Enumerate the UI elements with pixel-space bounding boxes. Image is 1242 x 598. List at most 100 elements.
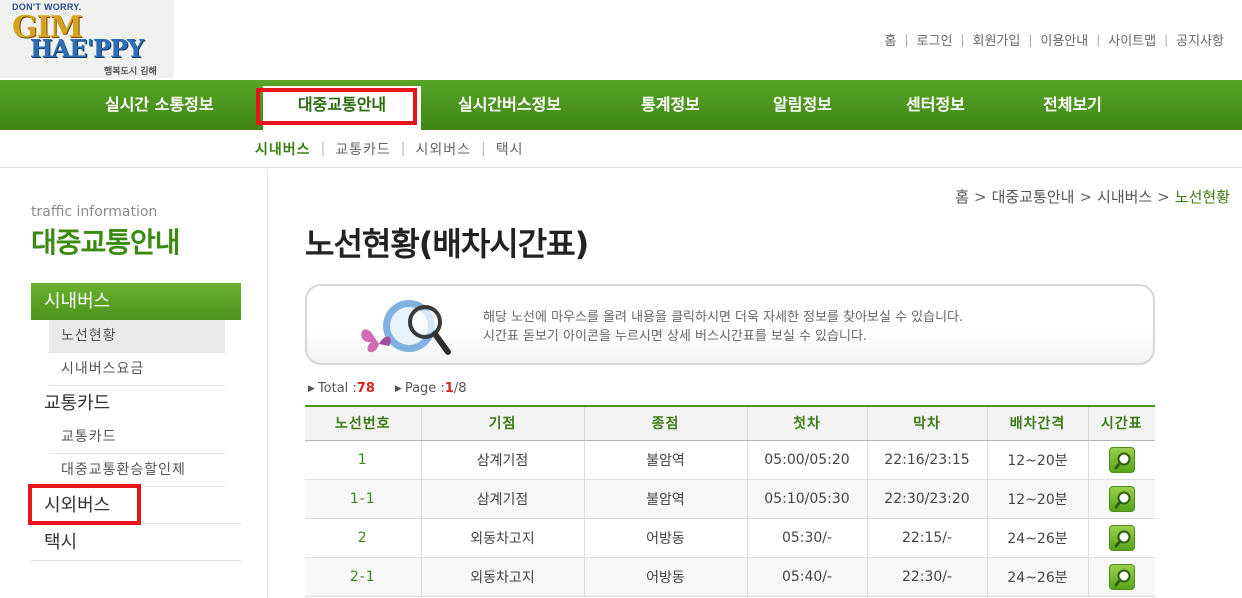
route-first-bus: 05:40/- [746, 557, 867, 597]
route-number[interactable]: 1 [305, 440, 421, 480]
side-menu-title: 대중교통안내 [31, 226, 181, 259]
col-first-bus: 첫차 [746, 405, 867, 441]
gnb-public-transit[interactable]: 대중교통안내 [263, 86, 421, 130]
info-line-1: 해당 노선에 마우스를 올려 내용을 클릭하시면 더욱 자세한 정보를 찾아보실… [483, 310, 964, 325]
bullet-arrow-icon: ▶ [308, 383, 315, 394]
route-last-bus: 22:30/- [866, 557, 987, 597]
magnifier-icon[interactable] [1108, 446, 1135, 473]
side-cat-intercity-bus[interactable]: 시외버스 [31, 487, 241, 524]
subnav-city-bus[interactable]: 시내버스 [255, 139, 311, 159]
table-row[interactable]: 1-1 삼계기점 불암역 05:10/05:30 22:30/23:20 12~… [305, 479, 1155, 519]
breadcrumb-current: 노선현황 [1174, 188, 1230, 206]
table-header-row: 노선번호 기점 종점 첫차 막차 배차간격 시간표 [305, 405, 1155, 441]
route-interval: 24~26분 [986, 557, 1088, 597]
route-destination: 불암역 [583, 440, 747, 480]
breadcrumb-home[interactable]: 홈 [955, 186, 969, 207]
total-value: 78 [356, 381, 375, 396]
page-label: Page : [404, 381, 445, 396]
route-last-bus: 22:30/23:20 [866, 479, 987, 519]
breadcrumb-separator: > [1157, 187, 1170, 206]
info-line-2: 시간표 돋보기 아이콘을 누르시면 상세 버스시간표를 보실 수 있습니다. [483, 329, 868, 344]
route-last-bus: 22:16/23:15 [866, 440, 987, 480]
route-first-bus: 05:00/05:20 [746, 440, 867, 480]
magnifier-icon[interactable] [1108, 524, 1135, 551]
util-notice-link[interactable]: 공지사항 [1172, 30, 1228, 49]
route-interval: 12~20분 [986, 440, 1088, 480]
route-destination: 어방동 [583, 557, 747, 597]
side-sub-transfer-discount[interactable]: 대중교통환승할인제 [49, 454, 225, 487]
subnav-separator: | [481, 141, 486, 157]
route-number[interactable]: 2 [305, 518, 421, 558]
utility-links: 홈 | 로그인 | 회원가입 | 이용안내 | 사이트맵 | 공지사항 [881, 30, 1228, 50]
timetable-cell [1087, 479, 1155, 519]
site-logo[interactable]: DON'T WORRY. GIM HAE'PPY 행복도시 김해 [0, 0, 174, 78]
gnb-center-info[interactable]: 센터정보 [906, 80, 965, 130]
main-nav: 실시간 소통정보 대중교통안내 실시간버스정보 통계정보 알림정보 센터정보 전… [0, 80, 1242, 130]
gnb-view-all[interactable]: 전체보기 [1043, 80, 1102, 130]
logo-haeppy: HAE'PPY [30, 34, 144, 63]
col-interval: 배차간격 [986, 405, 1088, 441]
subnav-taxi[interactable]: 택시 [496, 139, 524, 159]
result-count: ▶ Total : 78 ▶ Page : 1 /8 [308, 381, 467, 396]
info-banner: 해당 노선에 마우스를 올려 내용을 클릭하시면 더욱 자세한 정보를 찾아보실… [305, 284, 1155, 365]
subnav-transit-card[interactable]: 교통카드 [335, 139, 391, 159]
route-last-bus: 22:15/- [866, 518, 987, 558]
util-separator: | [1028, 32, 1033, 47]
side-menu-en-title: traffic information [31, 204, 158, 220]
util-separator: | [904, 32, 909, 47]
side-sub-transit-card[interactable]: 교통카드 [49, 421, 225, 454]
breadcrumb-separator: > [974, 187, 987, 206]
side-cat-transit-card[interactable]: 교통카드 [31, 385, 241, 422]
breadcrumb: 홈 > 대중교통안내 > 시내버스 > 노선현황 [955, 186, 1230, 207]
info-text: 해당 노선에 마우스를 올려 내용을 클릭하시면 더욱 자세한 정보를 찾아보실… [483, 308, 963, 346]
gnb-realtime-traffic[interactable]: 실시간 소통정보 [105, 80, 214, 130]
subnav-separator: | [320, 141, 326, 157]
route-origin: 외동차고지 [420, 557, 584, 597]
logo-subtitle: 행복도시 김해 [104, 67, 157, 77]
breadcrumb-public-transit[interactable]: 대중교통안내 [992, 186, 1075, 207]
side-cat-city-bus[interactable]: 시내버스 [31, 283, 241, 320]
route-number[interactable]: 2-1 [305, 557, 421, 597]
page-total: /8 [453, 381, 467, 396]
side-sub-bus-fare[interactable]: 시내버스요금 [49, 353, 225, 386]
gnb-notifications[interactable]: 알림정보 [773, 80, 832, 130]
util-login-link[interactable]: 로그인 [913, 30, 957, 49]
route-origin: 삼계기점 [420, 479, 584, 519]
magnifier-butterfly-icon [361, 300, 451, 355]
gnb-realtime-bus[interactable]: 실시간버스정보 [458, 80, 561, 130]
util-home-link[interactable]: 홈 [881, 30, 901, 49]
timetable-cell [1087, 440, 1155, 480]
util-separator: | [960, 32, 965, 47]
breadcrumb-separator: > [1079, 187, 1093, 206]
route-interval: 12~20분 [986, 479, 1088, 519]
route-first-bus: 05:10/05:30 [746, 479, 867, 519]
route-number[interactable]: 1-1 [305, 479, 421, 519]
route-first-bus: 05:30/- [746, 518, 867, 558]
util-sitemap-link[interactable]: 사이트맵 [1104, 30, 1160, 49]
route-origin: 삼계기점 [420, 440, 584, 480]
breadcrumb-city-bus[interactable]: 시내버스 [1097, 186, 1152, 207]
util-separator: | [1096, 32, 1101, 47]
subnav-intercity-bus[interactable]: 시외버스 [416, 139, 472, 159]
timetable-cell [1087, 557, 1155, 597]
header: DON'T WORRY. GIM HAE'PPY 행복도시 김해 홈 | 로그인 |… [0, 0, 1242, 80]
magnifier-icon[interactable] [1108, 563, 1135, 590]
route-interval: 24~26분 [986, 518, 1088, 558]
side-sub-route-status[interactable]: 노선현황 [49, 320, 225, 353]
route-destination: 어방동 [583, 518, 747, 558]
sub-nav: 시내버스 | 교통카드 | 시외버스 | 택시 [0, 130, 1242, 168]
table-row[interactable]: 2 외동차고지 어방동 05:30/- 22:15/- 24~26분 [305, 518, 1155, 558]
total-label: Total : [317, 381, 357, 396]
col-route-no: 노선번호 [305, 405, 421, 441]
table-row[interactable]: 2-1 외동차고지 어방동 05:40/- 22:30/- 24~26분 [305, 557, 1155, 597]
side-cat-taxi[interactable]: 택시 [31, 524, 241, 561]
magnifier-icon[interactable] [1108, 485, 1135, 512]
gnb-statistics[interactable]: 통계정보 [641, 80, 700, 130]
util-guide-link[interactable]: 이용안내 [1036, 30, 1092, 49]
table-row[interactable]: 1 삼계기점 불암역 05:00/05:20 22:16/23:15 12~20… [305, 440, 1155, 480]
route-table: 노선번호 기점 종점 첫차 막차 배차간격 시간표 1 삼계기점 불암역 05:… [305, 405, 1155, 597]
util-signup-link[interactable]: 회원가입 [968, 30, 1024, 49]
col-origin: 기점 [420, 405, 584, 441]
page-current: 1 [444, 381, 454, 396]
col-timetable: 시간표 [1087, 405, 1155, 441]
